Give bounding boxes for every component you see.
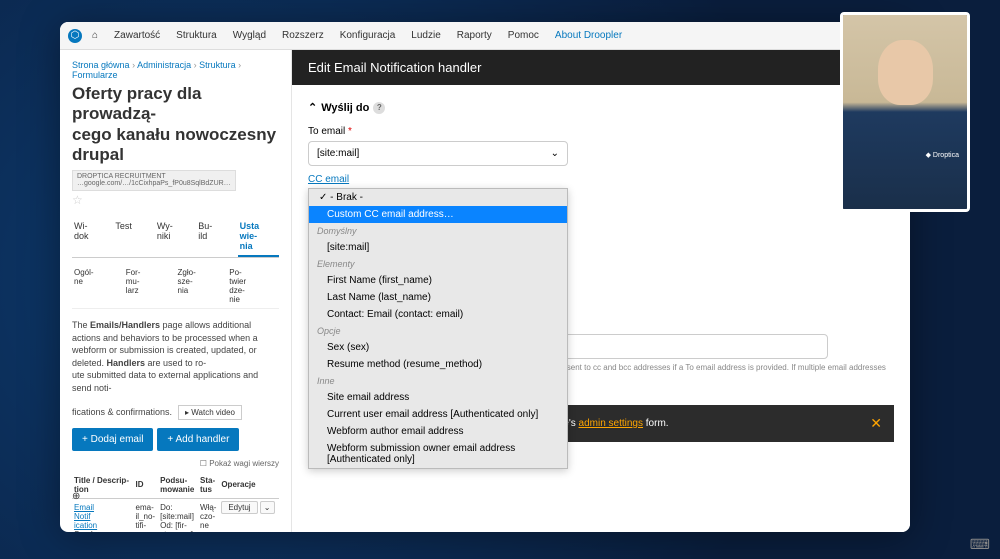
send-to-details[interactable]: ⌃ Wyślij do ? — [308, 97, 894, 118]
page-title: Oferty pracy dla prowadzą- cego kanału n… — [72, 84, 279, 166]
desc-continued: fications & confirmations. — [72, 406, 172, 419]
show-row-weights[interactable]: ☐ Pokaż wagi wierszy — [72, 459, 279, 468]
toolbar-struktura[interactable]: Struktura — [170, 28, 223, 43]
webcam-overlay: ◆ Droptica — [840, 12, 970, 212]
source-badge: DROPTICA RECRUITMENT …google.com/…/1cCix… — [72, 170, 236, 191]
toolbar-konfiguracja[interactable]: Konfiguracja — [334, 28, 402, 43]
handler-status: Włą- czo- ne — [198, 498, 219, 532]
cc-email-dropdown[interactable]: - Brak - Custom CC email address… Domyśl… — [308, 188, 568, 469]
toolbar-rozszerz[interactable]: Rozszerz — [276, 28, 330, 43]
group-elements: Elementy — [309, 256, 567, 272]
presenter-face — [878, 40, 933, 105]
opt-resume[interactable]: Resume method (resume_method) — [309, 356, 567, 373]
opt-sitemail[interactable]: [site:mail] — [309, 239, 567, 256]
group-default: Domyślny — [309, 223, 567, 239]
dropdown-toggle[interactable]: ⌄ — [260, 501, 275, 514]
add-handler-button[interactable]: + Add handler — [157, 428, 239, 451]
opt-firstname[interactable]: First Name (first_name) — [309, 272, 567, 289]
right-panel: Edit Email Notification handler ⌃ Wyślij… — [292, 50, 910, 532]
breadcrumb-formularze[interactable]: Formularze — [72, 70, 118, 80]
opt-none[interactable]: - Brak - — [309, 189, 567, 206]
toolbar-pomoc[interactable]: Pomoc — [502, 28, 545, 43]
admin-toolbar: ⬡ ⌂ Zawartość Struktura Wygląd Rozszerz … — [60, 22, 910, 50]
main-content: Strona główna › Administracja › Struktur… — [60, 50, 910, 532]
subtab-formularz[interactable]: For- mu- larz — [124, 264, 176, 308]
opt-contact-email[interactable]: Contact: Email (contact: email) — [309, 306, 567, 323]
toolbar-home-icon[interactable]: ⌂ — [86, 28, 104, 43]
th-summary: Podsu- mowanie — [158, 472, 198, 499]
drupal-logo-icon[interactable]: ⬡ — [68, 29, 82, 43]
chevron-down-icon: ⌄ — [551, 148, 559, 159]
primary-tabs: Wi- dok Test Wy- niki Bu- ild Usta wie- … — [72, 217, 279, 258]
opt-author[interactable]: Webform author email address — [309, 423, 567, 440]
favorite-star-icon[interactable]: ☆ — [72, 193, 279, 207]
help-icon[interactable]: ? — [373, 102, 385, 114]
toolbar-about-droopler[interactable]: About Droopler — [549, 28, 628, 43]
handler-summary: Do: [site:mail] Od: [fir- st_name] [last… — [158, 498, 198, 532]
page-description: The Emails/Handlers page allows addition… — [72, 319, 279, 395]
group-options: Opcje — [309, 323, 567, 339]
opt-owner[interactable]: Webform submission owner email address [… — [309, 440, 567, 468]
drag-handle-icon[interactable]: ⊕ — [72, 491, 80, 502]
tab-build[interactable]: Bu- ild — [196, 217, 237, 257]
watch-video-button[interactable]: ▸ Watch video — [178, 405, 242, 420]
group-other: Inne — [309, 373, 567, 389]
tab-ustawienia[interactable]: Usta wie- nia — [238, 217, 279, 257]
th-title: Title / Descrip- tion — [72, 472, 134, 499]
to-email-select[interactable]: [site:mail] ⌄ — [308, 141, 568, 166]
breadcrumb-struktura[interactable]: Struktura — [199, 60, 236, 70]
handler-id: ema- il_no- tifi- ca- tion — [134, 498, 159, 532]
handlers-table: Title / Descrip- tion ID Podsu- mowanie … — [72, 472, 279, 533]
toolbar-ludzie[interactable]: Ludzie — [405, 28, 446, 43]
close-icon[interactable]: ✕ — [870, 415, 882, 432]
th-id: ID — [134, 472, 159, 499]
left-panel: Strona główna › Administracja › Struktur… — [60, 50, 292, 532]
theater-mode-icon[interactable]: ⌨ — [970, 536, 990, 553]
toolbar-zawartosc[interactable]: Zawartość — [108, 28, 166, 43]
chevron-down-icon: ⌃ — [308, 101, 317, 114]
opt-current-user[interactable]: Current user email address [Authenticate… — [309, 406, 567, 423]
handler-desc: Sends a we- bform sub- mis- sion — [74, 530, 97, 533]
opt-custom[interactable]: Custom CC email address… — [309, 206, 567, 223]
tab-widok[interactable]: Wi- dok — [72, 217, 113, 257]
dialog-body: ⌃ Wyślij do ? To email * [site:mail] ⌄ C… — [292, 85, 910, 532]
dialog-title: Edit Email Notification handler — [292, 50, 910, 85]
subtab-ogolne[interactable]: Ogól- ne — [72, 264, 124, 308]
opt-site-email[interactable]: Site email address — [309, 389, 567, 406]
edit-button[interactable]: Edytuj — [221, 501, 257, 514]
subtab-potwierdzenie[interactable]: Po- twier dze- nie — [227, 264, 279, 308]
secondary-tabs: Ogól- ne For- mu- larz Zgło- sze- nia Po… — [72, 264, 279, 309]
tab-wyniki[interactable]: Wy- niki — [155, 217, 196, 257]
th-operations: Operacje — [219, 472, 279, 499]
admin-settings-link[interactable]: admin settings — [579, 418, 643, 429]
handler-title-link[interactable]: Email Notif ication — [74, 503, 97, 530]
toolbar-raporty[interactable]: Raporty — [451, 28, 498, 43]
to-email-label: To email * — [308, 126, 894, 137]
droptica-logo: ◆ Droptica — [926, 151, 959, 159]
th-status: Sta- tus — [198, 472, 219, 499]
add-email-button[interactable]: + Dodaj email — [72, 428, 153, 451]
toolbar-wyglad[interactable]: Wygląd — [227, 28, 272, 43]
opt-sex[interactable]: Sex (sex) — [309, 339, 567, 356]
tab-test[interactable]: Test — [113, 217, 154, 257]
breadcrumb-home[interactable]: Strona główna — [72, 60, 130, 70]
table-row: Email Notif ication Sends a we- bform su… — [72, 498, 279, 532]
subtab-zgloszenia[interactable]: Zgło- sze- nia — [176, 264, 228, 308]
breadcrumb-admin[interactable]: Administracja — [137, 60, 191, 70]
cc-email-label: CC email — [308, 174, 894, 185]
opt-lastname[interactable]: Last Name (last_name) — [309, 289, 567, 306]
browser-window: ⬡ ⌂ Zawartość Struktura Wygląd Rozszerz … — [60, 22, 910, 532]
breadcrumb: Strona główna › Administracja › Struktur… — [72, 60, 279, 80]
